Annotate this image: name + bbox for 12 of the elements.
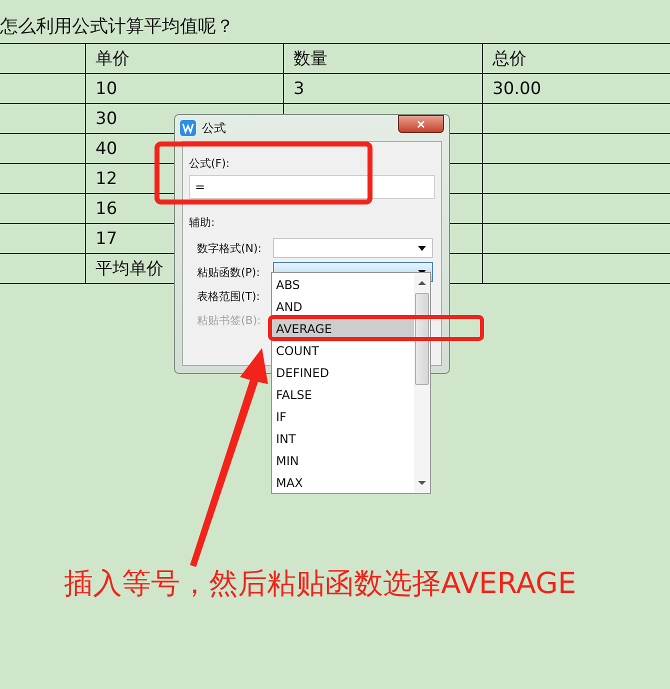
dialog-title: 公式 — [202, 120, 227, 136]
column-header: 单价 — [85, 44, 283, 74]
field-label: 表格范围(T): — [197, 288, 262, 304]
field-label: 粘贴书签(B): — [197, 312, 262, 328]
column-header: 总价 — [482, 44, 670, 74]
field-label: 数字格式(N): — [197, 240, 263, 256]
annotation-caption: 插入等号，然后粘贴函数选择AVERAGE — [64, 565, 576, 602]
question-text: 怎么利用公式计算平均值呢？ — [0, 15, 234, 38]
table-cell: 10 — [85, 74, 283, 104]
field-label: 粘贴函数(P): — [197, 264, 261, 280]
column-header: 数量 — [283, 44, 482, 74]
table-cell: 3 — [283, 74, 482, 104]
